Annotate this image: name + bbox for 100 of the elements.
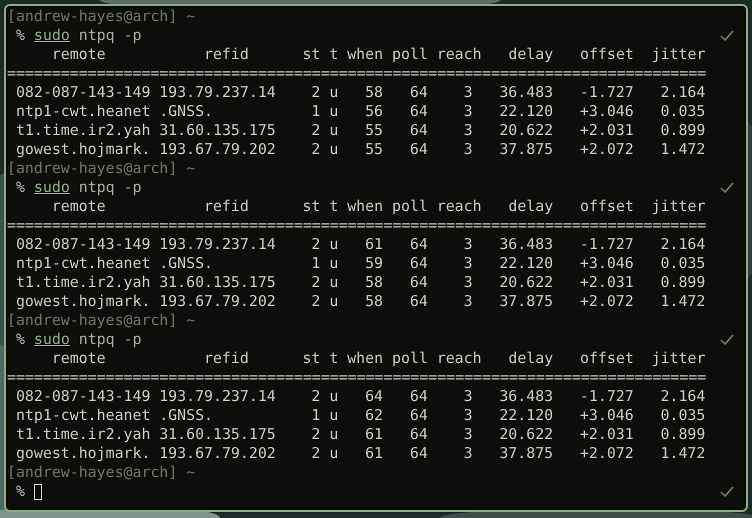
column-header: delay [508,197,554,216]
table-cell-text: +2.031 [578,273,634,292]
table-cell-text: 2 [310,121,320,140]
table-cell-text: 31.60.135.175 [159,121,277,140]
column-header: t [329,45,338,64]
table-cell-text: 3 [462,102,473,121]
table-cell: ntp1-cwt.heanet [16,406,150,425]
table-cell-text: 22.120 [498,102,554,121]
table-cell-text: 36.483 [498,235,554,254]
table-cell-text: 55 [364,140,384,159]
table-cell-text: 0.035 [660,254,706,273]
column-header: jitter [652,349,706,368]
table-cell-text: 58 [364,292,384,311]
table-cell-text: +2.031 [578,121,634,140]
table-cell-text: 193.79.237.14 [159,387,277,406]
table-cell-text: 3 [462,273,473,292]
column-header: t [329,197,338,216]
table-cell-text: 31.60.135.175 [159,425,277,444]
table-cell: u [329,102,338,121]
separator-line: ============================================================================== [7,368,706,387]
command-args: ntpq -p [78,178,142,197]
table-cell-text: 2 [310,387,320,406]
table-cell: u [329,235,338,254]
table-cell-text: +2.072 [578,444,634,463]
column-header: st [302,349,320,368]
table-cell-text: 0.035 [660,102,706,121]
table-cell-text: 2.164 [660,83,706,102]
column-header: delay [508,349,554,368]
table-cell-text: 61 [364,425,384,444]
table-cell-text: +2.072 [578,292,634,311]
table-cell-text: 193.79.237.14 [159,83,277,102]
table-cell-text: 0.899 [660,425,706,444]
table-cell-text: 37.875 [498,444,554,463]
prompt-symbol: % [16,26,25,45]
command-name: sudo [34,178,70,197]
table-cell: t1.time.ir2.yah [16,273,150,292]
table-cell-text: 3 [462,406,473,425]
separator-line: ============================================================================== [7,216,706,235]
table-cell-text: .GNSS. [159,254,214,273]
table-cell: u [329,406,338,425]
separator-line: ============================================================================== [7,64,706,83]
column-header: offset [580,349,634,368]
table-cell-text: .GNSS. [159,406,214,425]
table-cell-text: -1.727 [578,387,634,406]
table-cell-text: 1.472 [660,292,706,311]
prompt-text: [andrew-hayes@arch] ~ [7,159,196,178]
table-cell-text: 2 [310,425,320,444]
table-cell-text: 22.120 [498,254,554,273]
table-cell-text: 64 [408,254,428,273]
column-header: remote [52,45,106,64]
column-header: reach [436,45,482,64]
table-cell-text: 62 [364,406,384,425]
table-cell-text: 64 [408,406,428,425]
table-cell-text: 64 [408,140,428,159]
table-cell-text: 0.899 [660,273,706,292]
table-cell-text: 31.60.135.175 [159,273,277,292]
prompt-text: [andrew-hayes@arch] ~ [7,7,196,26]
table-cell-text: 3 [462,254,473,273]
column-header: when [347,45,384,64]
table-cell-text: 3 [462,444,473,463]
table-cell-text: 61 [364,235,384,254]
table-cell: gowest.hojmark. [16,444,150,463]
table-cell-text: 20.622 [498,121,554,140]
column-header: refid [204,349,249,368]
table-cell: u [329,387,338,406]
column-header: poll [392,45,428,64]
table-cell-text: 37.875 [498,292,554,311]
table-cell-text: 3 [462,387,473,406]
table-cell-text: 0.035 [660,406,706,425]
command-name: sudo [34,330,70,349]
column-header: jitter [652,45,706,64]
table-cell-text: 193.67.79.202 [159,140,277,159]
column-header: st [302,45,320,64]
table-cell: gowest.hojmark. [16,292,150,311]
column-header: refid [204,197,249,216]
table-cell-text: 64 [408,273,428,292]
table-cell: gowest.hojmark. [16,140,150,159]
table-cell-text: 3 [462,235,473,254]
table-cell-text: 64 [364,387,384,406]
column-header: poll [392,197,428,216]
table-cell-text: 64 [408,102,428,121]
table-cell-text: 3 [462,140,473,159]
prompt-symbol: % [16,482,25,501]
prompt-text: [andrew-hayes@arch] ~ [7,311,196,330]
prompt-symbol: % [16,330,25,349]
table-cell-text: +2.072 [578,140,634,159]
table-cell: u [329,292,338,311]
table-cell-text: 193.79.237.14 [159,235,277,254]
command-args: ntpq -p [78,330,142,349]
table-cell-text: 1.472 [660,140,706,159]
table-cell-text: 2 [310,444,320,463]
table-cell-text: 193.67.79.202 [159,292,277,311]
table-cell-text: +2.031 [578,425,634,444]
table-cell-text: 3 [462,83,473,102]
table-cell-text: 58 [364,273,384,292]
table-cell-text: -1.727 [578,235,634,254]
table-cell-text: +3.046 [578,254,634,273]
table-cell-text: +3.046 [578,102,634,121]
table-cell-text: 2 [310,273,320,292]
table-cell-text: .GNSS. [159,102,214,121]
